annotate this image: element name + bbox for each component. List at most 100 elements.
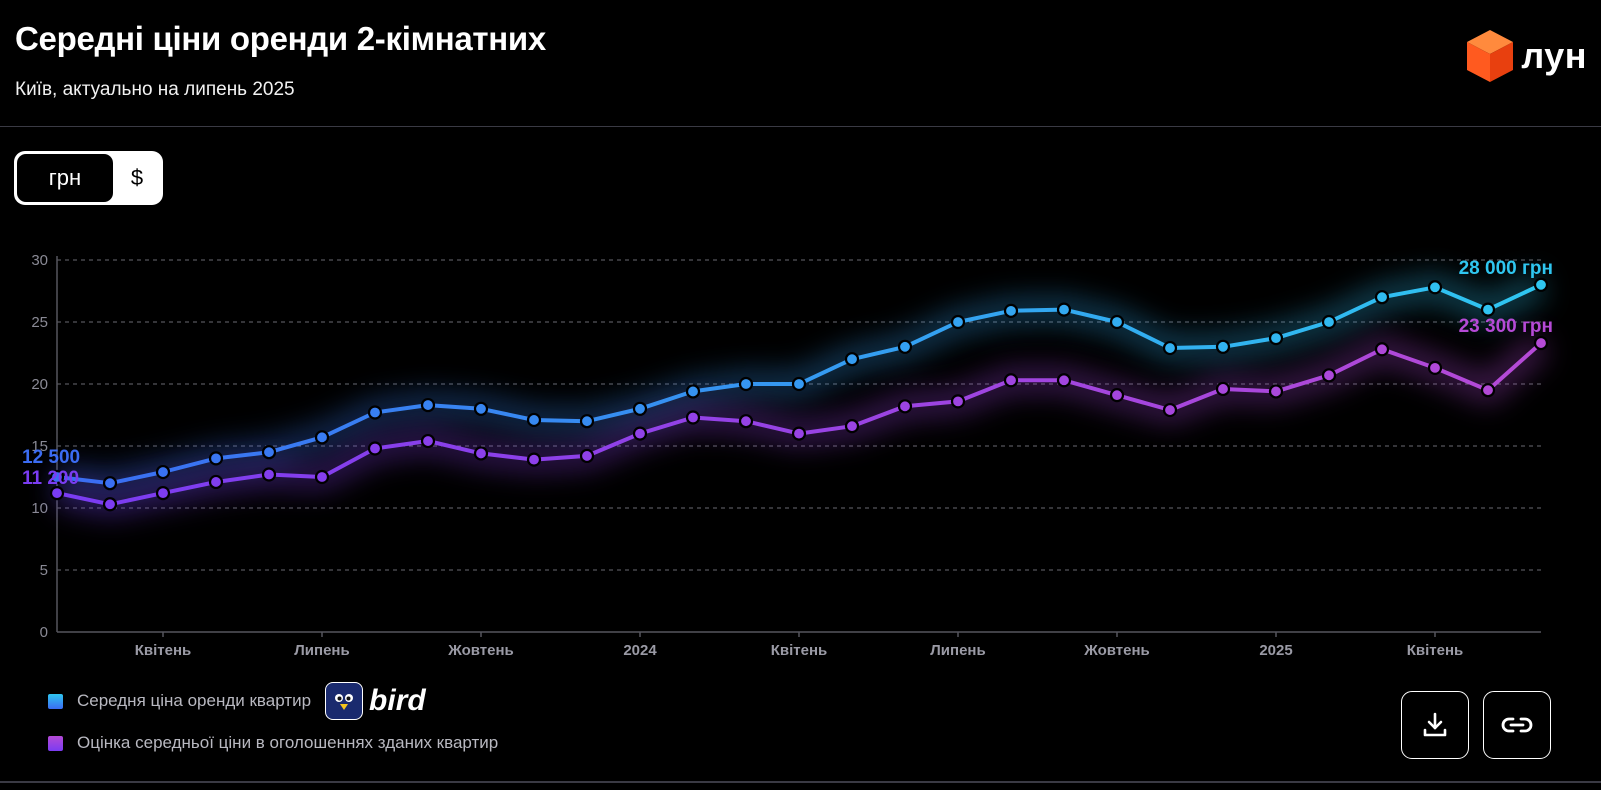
data-point bbox=[1003, 303, 1019, 318]
legend-label: Середня ціна оренди квартир bbox=[77, 691, 312, 710]
data-point bbox=[1427, 360, 1443, 375]
x-tick-label: 2024 bbox=[623, 642, 657, 659]
data-point bbox=[420, 433, 436, 449]
data-point bbox=[844, 352, 860, 367]
data-point bbox=[1480, 302, 1496, 317]
data-point bbox=[1480, 383, 1496, 398]
data-point bbox=[208, 474, 224, 490]
data-point bbox=[473, 401, 489, 416]
data-point bbox=[1374, 290, 1390, 305]
data-point bbox=[632, 401, 648, 416]
data-point bbox=[950, 394, 966, 409]
currency-uah-option[interactable]: грн bbox=[17, 154, 113, 202]
y-tick-label: 5 bbox=[40, 562, 48, 579]
data-point bbox=[1321, 314, 1337, 330]
data-point bbox=[1109, 314, 1125, 330]
legend-item: Середня ціна оренди квартир bird bbox=[48, 682, 498, 720]
y-tick-label: 25 bbox=[31, 314, 48, 331]
x-tick-label: Жовтень bbox=[447, 642, 514, 659]
bird-partner-logo[interactable]: bird bbox=[325, 682, 426, 720]
data-point bbox=[367, 441, 383, 456]
data-point bbox=[102, 476, 118, 491]
download-button[interactable] bbox=[1401, 691, 1469, 759]
price-line-chart: 051015202530Квітень Липень Жовтень 2024 Квіт… bbox=[22, 252, 1553, 659]
legend-item: Оцінка середньої ціни в оголошеннях здан… bbox=[48, 730, 498, 756]
legend-label: Оцінка середньої ціни в оголошеннях здан… bbox=[77, 733, 499, 752]
series-start-label: 11 200 bbox=[22, 468, 79, 489]
data-point bbox=[155, 464, 171, 480]
data-point bbox=[685, 384, 701, 399]
data-point bbox=[420, 397, 436, 413]
currency-usd-option[interactable]: $ bbox=[114, 154, 160, 202]
data-point bbox=[738, 414, 754, 429]
data-point bbox=[1215, 339, 1231, 354]
x-tick-label: Липень bbox=[930, 642, 985, 659]
header: Середні ціни оренди 2-кімнатних Київ, ак… bbox=[0, 0, 1601, 127]
lun-logo[interactable]: лун bbox=[1465, 28, 1587, 84]
data-point bbox=[579, 448, 595, 464]
x-tick-label: 2025 bbox=[1259, 642, 1292, 659]
data-point bbox=[844, 419, 860, 434]
data-point bbox=[314, 430, 330, 445]
series-end-label: 23 300 грн bbox=[1459, 316, 1553, 337]
bottom-divider bbox=[0, 781, 1601, 783]
data-point bbox=[738, 376, 754, 392]
data-point bbox=[632, 426, 648, 441]
data-point bbox=[526, 452, 542, 467]
data-point bbox=[1215, 381, 1231, 397]
x-tick-label: Квітень bbox=[1407, 642, 1464, 659]
y-tick-label: 20 bbox=[31, 376, 48, 393]
legend-swatch bbox=[48, 735, 63, 751]
data-point bbox=[473, 446, 489, 461]
series-end-label: 28 000 грн bbox=[1459, 258, 1553, 279]
page-title: Середні ціни оренди 2-кімнатних bbox=[15, 20, 546, 57]
data-point bbox=[1533, 277, 1549, 292]
data-point bbox=[1374, 342, 1390, 357]
data-point bbox=[579, 414, 595, 429]
data-point bbox=[791, 376, 807, 392]
data-point bbox=[950, 314, 966, 330]
series-start-label: 12 500 bbox=[22, 447, 80, 468]
data-point bbox=[1003, 373, 1019, 388]
series-glow-path bbox=[54, 333, 1550, 518]
data-point bbox=[1056, 302, 1072, 317]
data-point bbox=[102, 497, 118, 512]
link-icon bbox=[1501, 717, 1533, 733]
data-point bbox=[261, 445, 277, 460]
data-point bbox=[1427, 280, 1443, 295]
logo-text: лун bbox=[1521, 35, 1587, 76]
data-point bbox=[1162, 340, 1178, 356]
grid bbox=[57, 259, 1541, 571]
data-point bbox=[208, 451, 224, 466]
copy-link-button[interactable] bbox=[1483, 691, 1551, 759]
legend: Середня ціна оренди квартир bird Оцінка … bbox=[48, 682, 498, 756]
orange-cube-icon bbox=[1467, 30, 1514, 82]
data-point bbox=[314, 469, 330, 485]
bird-icon bbox=[325, 682, 364, 720]
series-glow bbox=[54, 273, 1550, 518]
data-point bbox=[1533, 335, 1549, 351]
data-point bbox=[155, 486, 171, 501]
y-tick-label: 30 bbox=[31, 252, 48, 269]
bird-text: bird bbox=[369, 684, 426, 717]
data-point bbox=[685, 410, 701, 425]
data-point bbox=[526, 412, 542, 428]
data-point bbox=[1268, 331, 1284, 346]
x-tick-label: Липень bbox=[294, 642, 349, 659]
page-subtitle: Київ, актуально на липень 2025 bbox=[15, 79, 295, 100]
x-tick-label: Квітень bbox=[771, 642, 828, 659]
legend-swatch bbox=[48, 693, 63, 709]
data-point bbox=[367, 405, 383, 420]
data-point bbox=[791, 426, 807, 441]
data-point bbox=[1268, 384, 1284, 399]
data-point bbox=[897, 399, 913, 414]
y-tick-label: 0 bbox=[40, 624, 48, 641]
y-tick-label: 10 bbox=[31, 500, 48, 517]
data-point bbox=[897, 339, 913, 354]
x-tick-label: Квітень bbox=[135, 642, 192, 659]
data-point bbox=[1162, 402, 1178, 418]
data-point bbox=[1109, 388, 1125, 403]
data-point bbox=[261, 467, 277, 482]
x-tick-label: Жовтень bbox=[1083, 642, 1150, 659]
currency-toggle: грн $ bbox=[14, 151, 163, 205]
